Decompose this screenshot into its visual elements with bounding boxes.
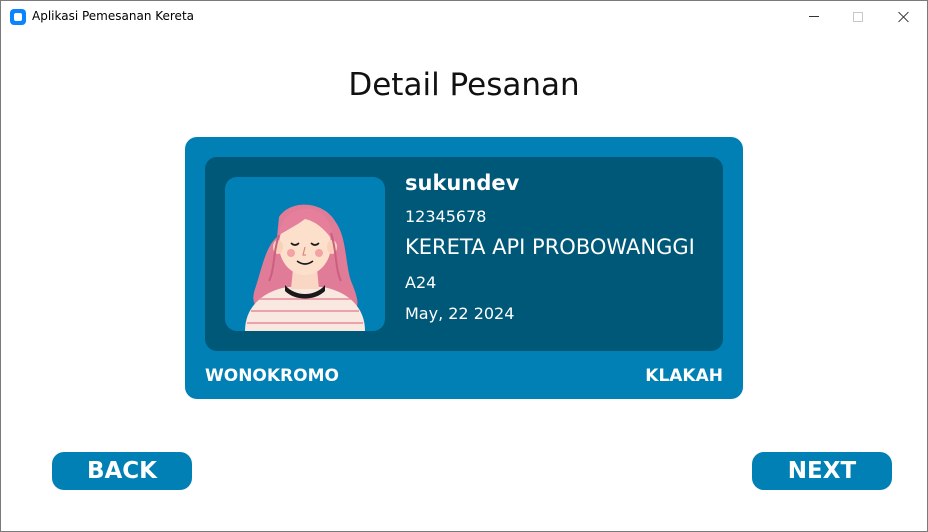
page-title: Detail Pesanan [348,67,580,103]
travel-date: May, 22 2024 [405,304,515,323]
minimize-button[interactable] [791,1,837,32]
train-name: KERETA API PROBOWANGGI [405,235,695,259]
close-button[interactable] [881,1,927,32]
ticket-details-panel: sukundev 12345678 KERETA API PROBOWANGGI… [205,157,723,351]
passenger-id: 12345678 [405,207,487,226]
seat-number: A24 [405,273,437,292]
app-window: Aplikasi Pemesanan Kereta Detail Pesanan [0,0,928,532]
app-icon [10,9,26,25]
back-button[interactable]: BACK [52,452,192,490]
woman-avatar-illustration [245,204,365,331]
close-icon [898,11,910,23]
origin-station: WONOKROMO [205,366,339,386]
minimize-icon [809,16,819,17]
maximize-button[interactable] [835,1,881,32]
maximize-icon [853,11,863,22]
passenger-username: sukundev [405,171,520,195]
title-bar[interactable]: Aplikasi Pemesanan Kereta [1,1,927,32]
next-button[interactable]: NEXT [752,452,892,490]
window-title: Aplikasi Pemesanan Kereta [32,9,194,23]
destination-station: KLAKAH [645,366,723,386]
ticket-card: sukundev 12345678 KERETA API PROBOWANGGI… [185,137,743,399]
avatar [225,177,385,331]
